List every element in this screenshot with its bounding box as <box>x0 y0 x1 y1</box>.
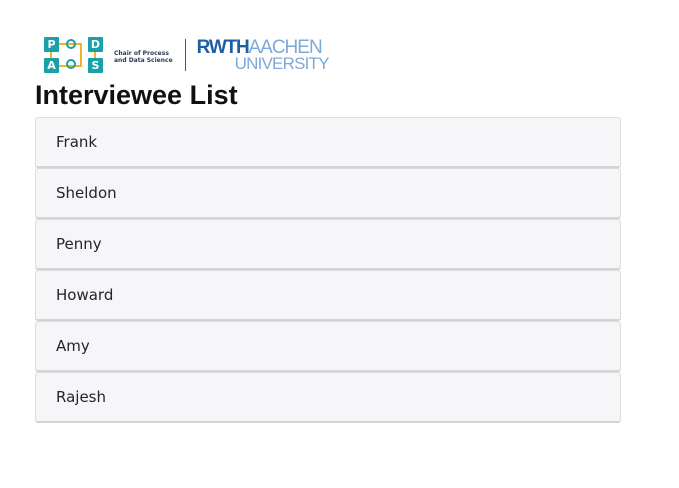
pads-ring-icon <box>66 59 76 69</box>
list-item[interactable]: Amy <box>35 321 621 372</box>
logo-divider <box>184 39 186 71</box>
page: P D A S Chair of Process and Data Scienc… <box>0 0 679 488</box>
interviewee-list: Frank Sheldon Penny Howard Amy Rajesh <box>35 117 621 423</box>
interviewee-name: Rajesh <box>56 388 107 406</box>
pads-caption-line2: and Data Science <box>114 57 173 64</box>
pads-tile-s: S <box>88 58 103 73</box>
pads-caption-line1: Chair of Process <box>114 50 169 57</box>
list-item[interactable]: Penny <box>35 219 621 270</box>
pads-connector <box>80 43 82 67</box>
rwth-logo: RWTHAACHEN UNIVERSITY <box>197 38 338 72</box>
interviewee-name: Frank <box>56 133 98 151</box>
list-item[interactable]: Rajesh <box>35 372 621 423</box>
header-logos: P D A S Chair of Process and Data Scienc… <box>44 37 338 73</box>
pads-logo: P D A S <box>44 37 110 73</box>
page-title: Interviewee List <box>35 80 238 110</box>
list-item[interactable]: Howard <box>35 270 621 321</box>
rwth-logo-bottom: UNIVERSITY <box>234 54 330 73</box>
pads-caption: Chair of Process and Data Science <box>114 37 173 73</box>
pads-ring-icon <box>66 39 76 49</box>
interviewee-name: Penny <box>56 235 102 253</box>
pads-tile-a: A <box>44 58 59 73</box>
interviewee-name: Howard <box>56 286 114 304</box>
interviewee-name: Sheldon <box>56 184 117 202</box>
pads-tile-d: D <box>88 37 103 52</box>
list-item[interactable]: Sheldon <box>35 168 621 219</box>
list-item[interactable]: Frank <box>35 117 621 168</box>
pads-tile-p: P <box>44 37 59 52</box>
interviewee-name: Amy <box>56 337 90 355</box>
